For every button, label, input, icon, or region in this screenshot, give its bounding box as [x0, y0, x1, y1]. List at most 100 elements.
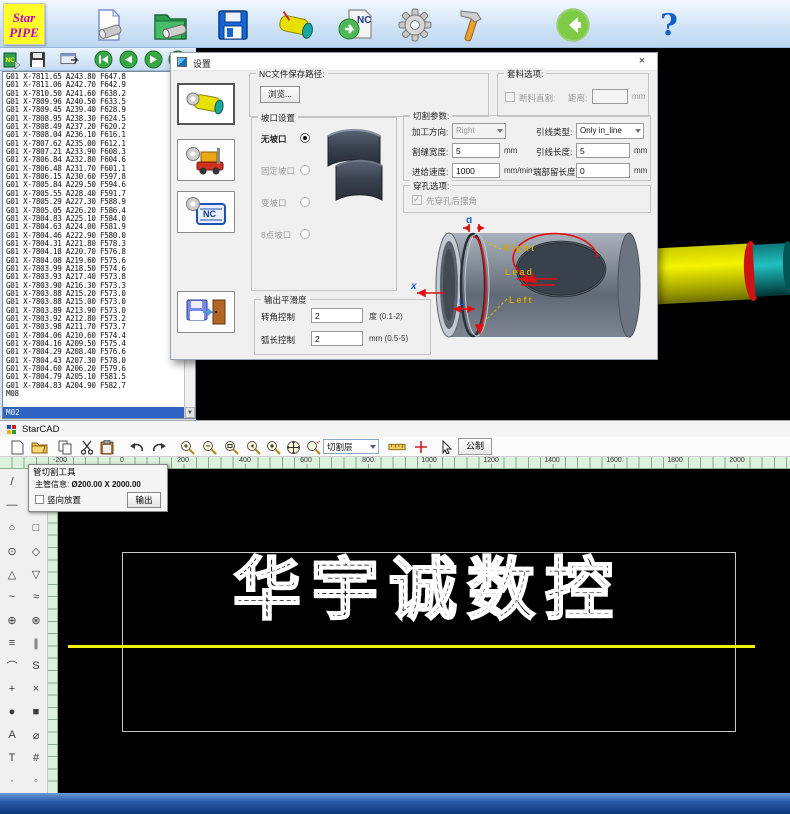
cad-paste-icon[interactable] — [98, 439, 116, 455]
svg-text:NC: NC — [6, 57, 16, 64]
new-file-icon[interactable] — [88, 4, 130, 46]
tools-hammer-icon[interactable] — [450, 4, 492, 46]
arc-control-input[interactable]: 2 — [311, 331, 363, 346]
cad-new-icon[interactable] — [8, 439, 26, 455]
cad-open-icon[interactable] — [30, 439, 48, 455]
draw-tool-icon[interactable]: ∥ — [25, 632, 47, 654]
zoom-previous-icon[interactable] — [244, 439, 262, 455]
draw-tool-icon[interactable]: — — [1, 494, 23, 516]
feed-rate-input[interactable]: 1000 — [452, 163, 500, 178]
measure-icon[interactable] — [388, 439, 406, 455]
vertical-place-checkbox[interactable] — [35, 495, 44, 504]
close-icon[interactable]: × — [627, 53, 657, 71]
draw-tool-icon[interactable]: ≈ — [25, 586, 47, 608]
nc-path-label: NC文件保存路径: — [256, 68, 328, 80]
snap-cross-icon[interactable] — [412, 439, 430, 455]
settings-gear-icon[interactable] — [394, 4, 436, 46]
pipe-info: 主管信息: Ø200.00 X 2000.00 — [35, 479, 141, 490]
select-cursor-icon[interactable] — [438, 439, 456, 455]
machine-settings-tab[interactable] — [177, 139, 235, 181]
ruler-label: 400 — [238, 457, 252, 464]
draw-tool-icon[interactable]: ⌒ — [1, 655, 23, 677]
send-to-machine-icon[interactable] — [60, 50, 80, 69]
output-button[interactable]: 输出 — [127, 492, 161, 508]
draw-tool-icon[interactable]: ◦ — [25, 770, 47, 792]
zoom-realtime-icon[interactable] — [304, 439, 322, 455]
draw-tool-icon[interactable]: ◇ — [25, 540, 47, 562]
gcode-line-selected[interactable]: M02 — [3, 407, 184, 418]
gcode-line[interactable]: G01 X-7804.83 A204.90 F582.7 — [3, 382, 184, 390]
nav-first-icon[interactable] — [93, 50, 113, 69]
draw-tool-icon[interactable]: ■ — [25, 701, 47, 723]
direction-label: 加工方向: — [412, 126, 448, 138]
zoom-extents-icon[interactable] — [264, 439, 282, 455]
draw-tool-icon[interactable]: ○ — [1, 517, 23, 539]
save-exit-tab[interactable] — [177, 291, 235, 333]
save-icon[interactable] — [212, 4, 254, 46]
layer-select[interactable]: 切割层 — [323, 439, 379, 454]
draw-tool-icon[interactable]: ● — [1, 701, 23, 723]
draw-tool-icon[interactable]: S — [25, 655, 47, 677]
help-icon[interactable]: ? — [648, 4, 690, 46]
lead-length-input[interactable]: 5 — [576, 143, 630, 158]
end-remain-input[interactable]: 0 — [576, 163, 630, 178]
zoom-in-icon[interactable] — [178, 439, 196, 455]
groove-option-none: 无坡口 — [261, 133, 287, 145]
back-icon[interactable] — [552, 4, 594, 46]
pan-icon[interactable] — [284, 439, 302, 455]
pipe-tool-icon[interactable] — [276, 4, 318, 46]
gcode-line[interactable]: M08 — [3, 390, 184, 398]
cad-cut-icon[interactable] — [78, 439, 96, 455]
draw-tool-icon[interactable]: × — [25, 678, 47, 700]
scroll-down-icon[interactable]: ▼ — [185, 407, 195, 418]
groove-radio-fixed — [300, 165, 310, 175]
cad-redo-icon[interactable] — [150, 439, 168, 455]
cad-undo-icon[interactable] — [128, 439, 146, 455]
nc-small-icon[interactable]: NC — [2, 50, 22, 69]
zoom-window-icon[interactable] — [222, 439, 240, 455]
corner-control-label: 转角控制 — [261, 311, 295, 323]
zoom-out-icon[interactable] — [200, 439, 218, 455]
open-file-icon[interactable] — [150, 4, 192, 46]
nc-export-icon[interactable]: NC — [336, 4, 378, 46]
cad-copy-icon[interactable] — [56, 439, 74, 455]
metric-button[interactable]: 公制 — [458, 438, 492, 455]
nc-path-group: NC文件保存路径: 浏览... — [249, 73, 489, 117]
kerf-width-input[interactable]: 5 — [452, 143, 500, 158]
pipe-settings-tab[interactable] — [177, 83, 235, 125]
groove-radio-none[interactable] — [300, 133, 310, 143]
draw-tool-icon[interactable]: ⊗ — [25, 609, 47, 631]
draw-tool-icon[interactable]: ⊙ — [1, 540, 23, 562]
browse-button[interactable]: 浏览... — [260, 86, 300, 103]
draw-tool-icon[interactable]: ▽ — [25, 563, 47, 585]
draw-tool-icon[interactable]: · — [1, 770, 23, 792]
draw-tool-icon[interactable]: □ — [25, 517, 47, 539]
nc-badge: NC — [357, 15, 371, 26]
draw-tool-icon[interactable]: # — [25, 747, 47, 769]
cad-canvas[interactable]: 华宇诚数控 — [58, 469, 790, 793]
gcode-line[interactable] — [3, 398, 184, 406]
nc-settings-tab[interactable]: NC — [177, 191, 235, 233]
yellow-pipe-3d — [651, 220, 790, 335]
draw-tool-icon[interactable]: A — [1, 724, 23, 746]
nav-prev-icon[interactable] — [118, 50, 138, 69]
tool-panel-title: 管切割工具 — [33, 466, 76, 478]
draw-tool-icon[interactable]: ≡ — [1, 632, 23, 654]
nav-next-icon[interactable] — [143, 50, 163, 69]
starcad-titlebar[interactable]: StarCAD — [0, 420, 790, 437]
lead-type-select[interactable]: Only in_line — [576, 123, 644, 139]
draw-tool-icon[interactable]: ~ — [1, 586, 23, 608]
draw-tool-icon[interactable]: + — [1, 678, 23, 700]
starcad-toolbar: 切割层 公制 — [0, 437, 790, 457]
draw-tool-icon[interactable]: T — [1, 747, 23, 769]
dialog-titlebar[interactable]: 设置 × — [171, 53, 657, 71]
draw-tool-icon[interactable]: △ — [1, 563, 23, 585]
ruler-label: 200 — [176, 457, 190, 464]
save-small-icon[interactable] — [27, 50, 47, 69]
distance-unit: mm — [632, 92, 645, 101]
draw-tool-icon[interactable]: ⌀ — [25, 724, 47, 746]
draw-tool-icon[interactable]: ⊕ — [1, 609, 23, 631]
corner-control-input[interactable]: 2 — [311, 308, 363, 323]
diagram-label-right: Right — [503, 243, 536, 253]
draw-tool-icon[interactable]: / — [1, 471, 23, 493]
